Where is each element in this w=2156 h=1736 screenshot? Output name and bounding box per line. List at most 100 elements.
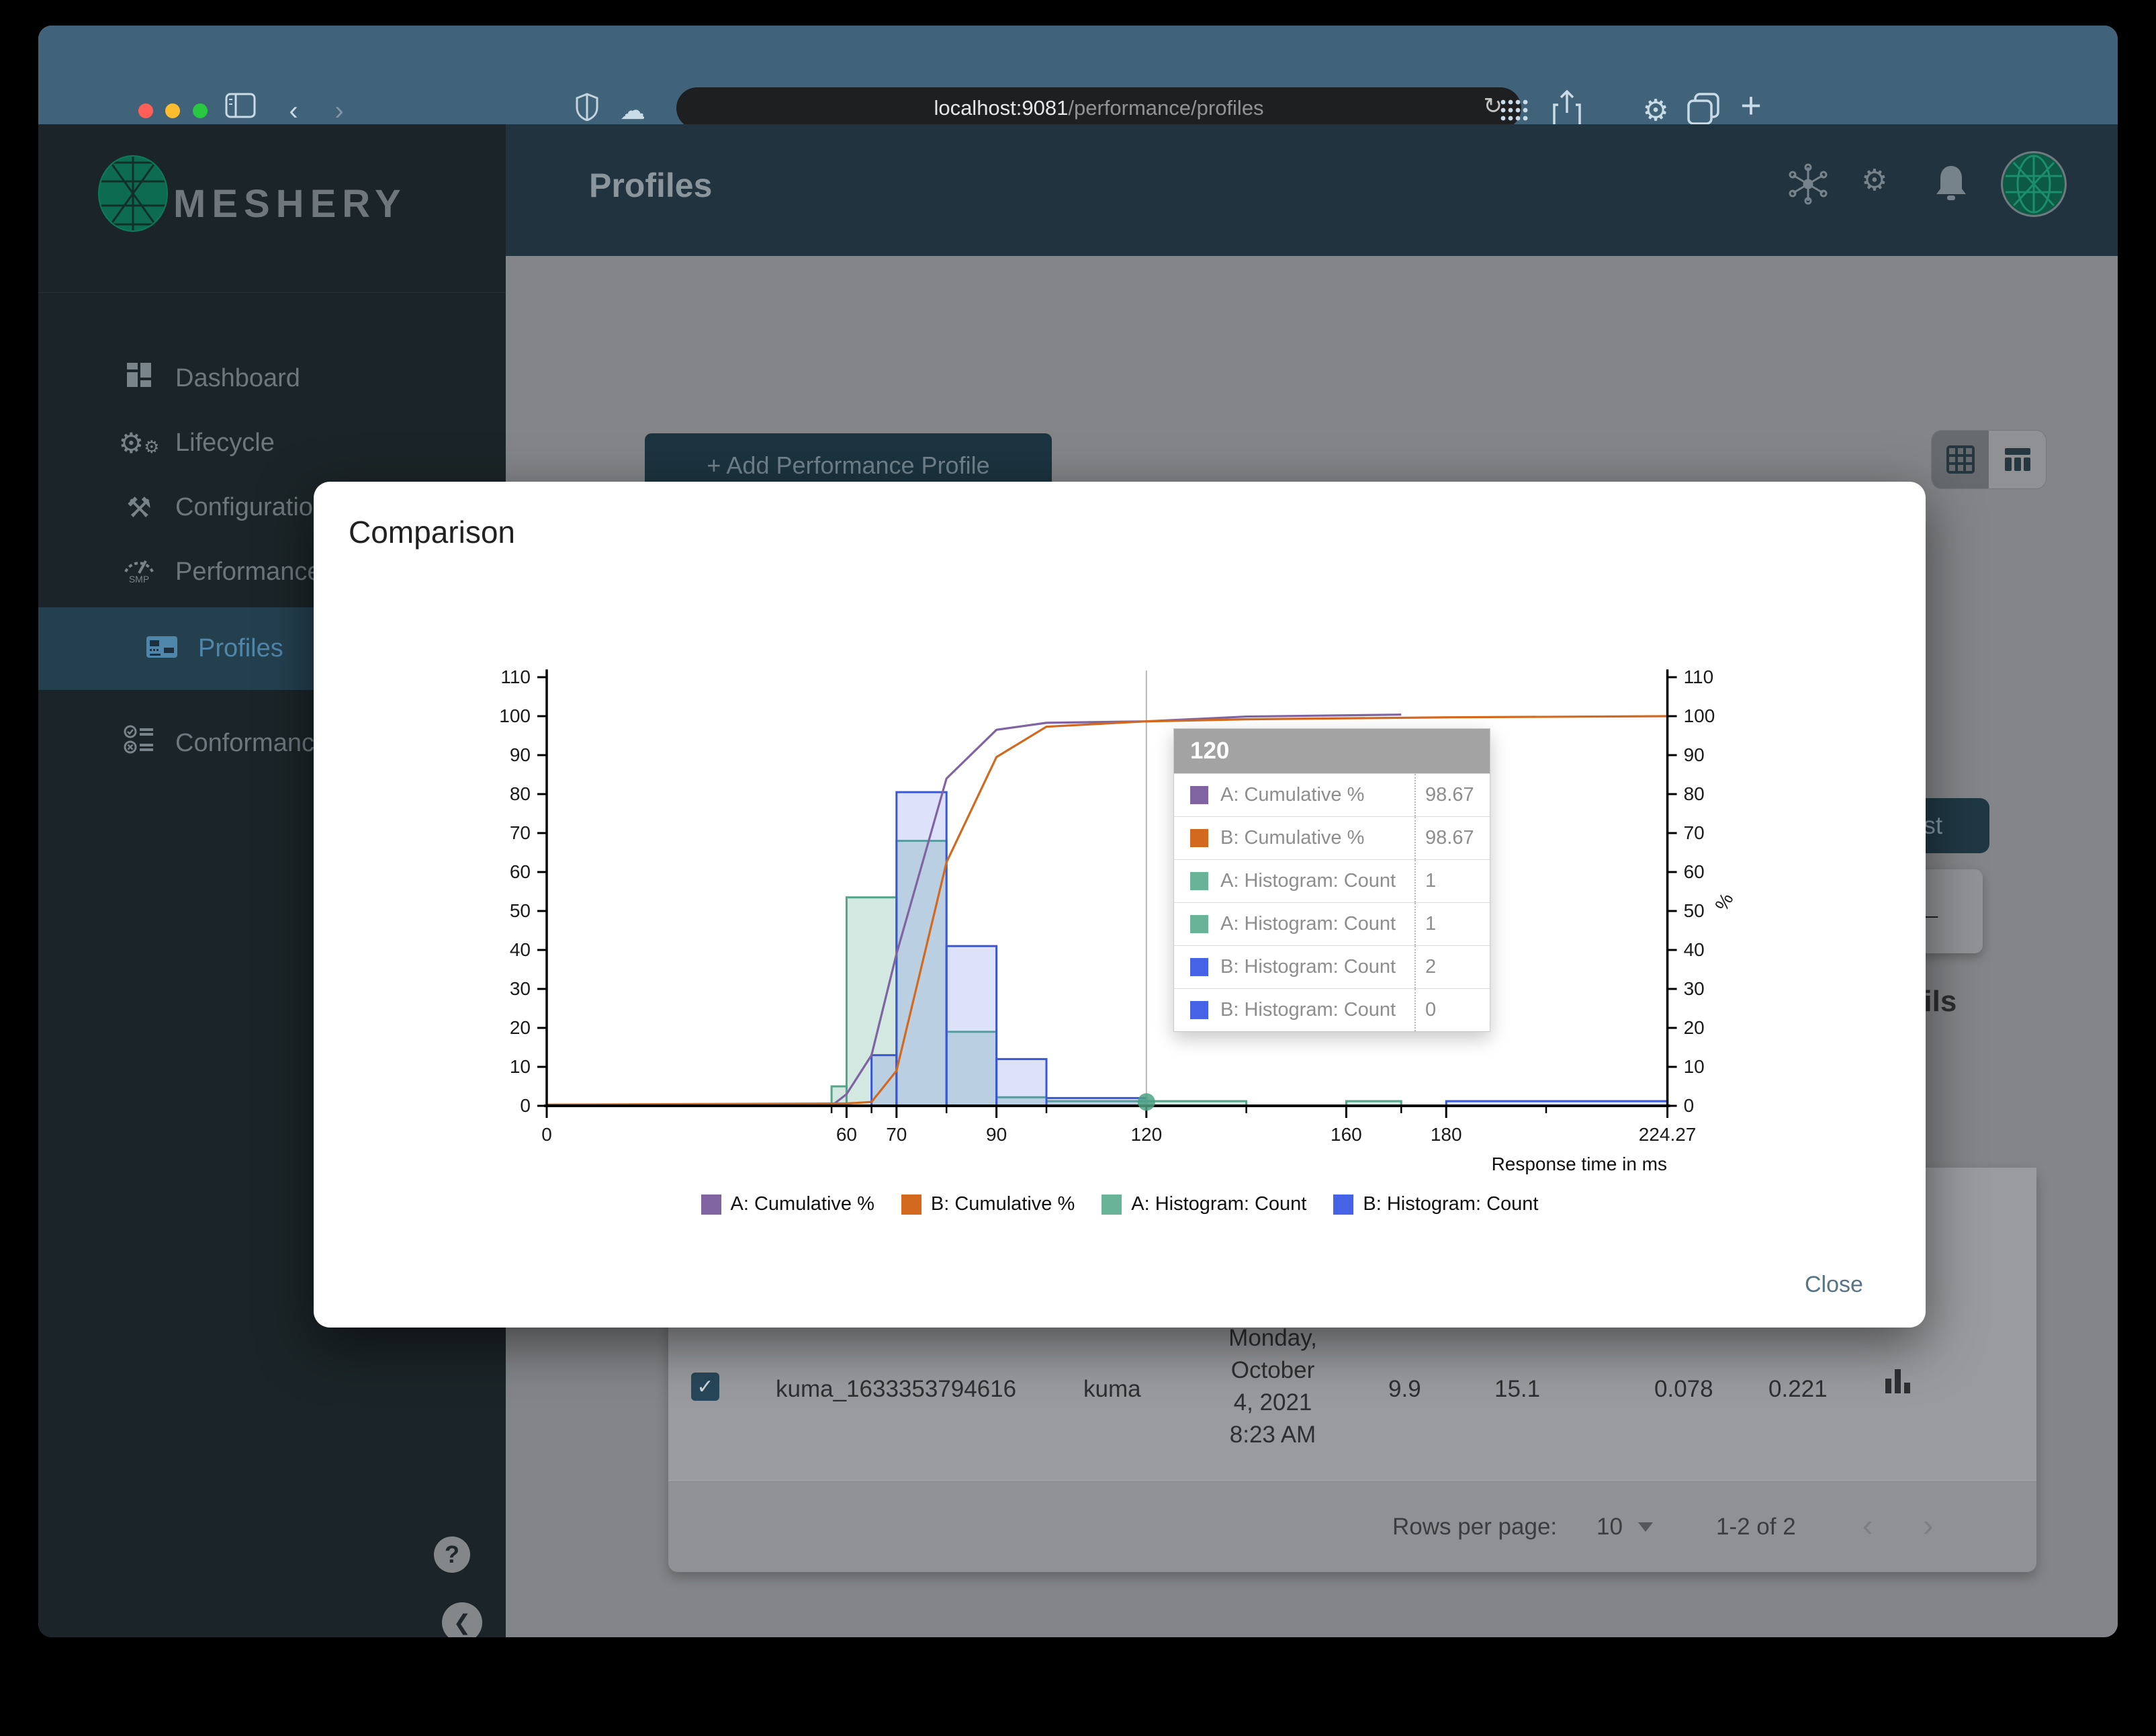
tooltip-series-label: B: Cumulative %	[1220, 827, 1365, 849]
sidebar-item-label: Configuration	[175, 492, 328, 521]
tooltip-row: A: Histogram: Count 1	[1174, 902, 1490, 945]
chevron-down-icon[interactable]	[1638, 1522, 1653, 1532]
close-button[interactable]: Close	[1805, 1272, 1863, 1298]
next-page-button[interactable]: ›	[1923, 1507, 1933, 1543]
profiles-card-icon	[140, 633, 183, 665]
tooltip-series-value: 98.67	[1414, 774, 1490, 816]
svg-text:%: %	[1711, 889, 1737, 914]
cloud-icon[interactable]: ☁	[613, 93, 653, 129]
svg-text:SMP: SMP	[129, 574, 149, 584]
tooltip-series-label: A: Histogram: Count	[1220, 913, 1396, 935]
address-bar[interactable]: localhost:9081/performance/profiles ↻	[676, 87, 1521, 129]
series-swatch	[1190, 1001, 1208, 1019]
url-host: localhost:9081	[934, 96, 1069, 120]
legend-swatch	[901, 1194, 922, 1215]
rows-per-page-select[interactable]: 10	[1597, 1514, 1623, 1540]
svg-text:10: 10	[1684, 1056, 1705, 1077]
row-date: Monday, October 4, 2021 8:23 AM	[1228, 1325, 1317, 1448]
close-window-button[interactable]	[138, 103, 153, 118]
grid-view-button[interactable]	[1932, 431, 1989, 488]
previous-page-button[interactable]: ‹	[1862, 1507, 1873, 1543]
tab-overview-icon[interactable]	[1687, 93, 1719, 125]
series-swatch	[1190, 786, 1208, 804]
browser-window: ‹ › ☁ localhost:9081/performance/profile…	[38, 26, 2118, 1637]
svg-text:60: 60	[1684, 861, 1705, 882]
conformance-checklist-icon	[118, 724, 161, 762]
series-swatch	[1190, 829, 1208, 847]
svg-text:80: 80	[1684, 783, 1705, 804]
brand-name: MESHERY	[173, 182, 407, 226]
sidebar-item-label: Conformance	[175, 728, 329, 757]
table-view-button[interactable]	[1989, 431, 2046, 488]
help-button[interactable]: ?	[434, 1536, 470, 1573]
svg-text:100: 100	[1684, 705, 1715, 726]
legend-item[interactable]: A: Histogram: Count	[1102, 1193, 1306, 1215]
app-grid-icon[interactable]	[1499, 97, 1530, 124]
series-swatch	[1190, 915, 1208, 933]
settings-gear-icon[interactable]: ⚙	[1861, 163, 1887, 198]
series-swatch	[1190, 872, 1208, 890]
sidebar-item-dashboard[interactable]: Dashboard	[38, 346, 506, 410]
share-icon[interactable]	[1553, 90, 1581, 128]
sidebar-item-label: Performance	[175, 557, 322, 586]
tooltip-row: A: Histogram: Count 1	[1174, 859, 1490, 902]
svg-text:160: 160	[1331, 1124, 1362, 1145]
svg-text:20: 20	[1684, 1017, 1705, 1038]
series-swatch	[1190, 958, 1208, 976]
lifecycle-gears-icon: ⚙⚙	[118, 427, 160, 459]
row-mesh: kuma	[1083, 1376, 1141, 1402]
collapse-sidebar-button[interactable]: ❮	[442, 1602, 482, 1637]
svg-text:60: 60	[510, 861, 531, 882]
legend-item[interactable]: A: Cumulative %	[701, 1193, 874, 1215]
tooltip-series-value: 98.67	[1414, 817, 1490, 859]
svg-text:224.27: 224.27	[1639, 1124, 1697, 1145]
sidebar-toggle-icon[interactable]	[225, 93, 257, 120]
service-mesh-hub-icon[interactable]	[1787, 163, 1829, 205]
pagination-range: 1-2 of 2	[1716, 1514, 1796, 1540]
tooltip-series-value: 1	[1414, 860, 1490, 902]
legend-swatch	[701, 1194, 721, 1215]
tools-icon: ⚒	[126, 491, 152, 523]
row-p50: 0.078	[1654, 1376, 1713, 1402]
svg-text:70: 70	[510, 822, 531, 843]
legend-label: A: Histogram: Count	[1131, 1193, 1307, 1215]
user-avatar[interactable]	[2001, 151, 2067, 217]
forward-button[interactable]: ›	[319, 93, 359, 129]
view-toggle	[1931, 430, 2047, 489]
dashboard-icon	[118, 361, 161, 395]
tooltip-row: B: Cumulative % 98.67	[1174, 816, 1490, 859]
svg-text:30: 30	[1684, 978, 1705, 999]
svg-text:30: 30	[510, 978, 531, 999]
svg-text:50: 50	[1684, 900, 1705, 921]
tooltip-row: B: Histogram: Count 2	[1174, 945, 1490, 988]
svg-text:90: 90	[510, 744, 531, 765]
settings-gear-icon[interactable]: ⚙	[1635, 93, 1676, 129]
legend-item[interactable]: B: Histogram: Count	[1333, 1193, 1538, 1215]
performance-speedometer-icon: SMP	[118, 553, 161, 591]
row-duration: 15.1	[1494, 1376, 1541, 1402]
privacy-shield-icon[interactable]	[576, 93, 598, 121]
back-button[interactable]: ‹	[273, 93, 314, 129]
tooltip-series-label: B: Histogram: Count	[1220, 999, 1396, 1021]
bar-chart-icon[interactable]	[1885, 1369, 1914, 1393]
rows-per-page-label: Rows per page:	[1392, 1514, 1558, 1540]
row-checkbox[interactable]: ✓	[691, 1373, 719, 1401]
maximize-window-button[interactable]	[193, 103, 208, 118]
url-path: /performance/profiles	[1068, 96, 1264, 120]
svg-text:110: 110	[1684, 666, 1714, 687]
sidebar-item-lifecycle[interactable]: ⚙⚙ Lifecycle	[38, 410, 506, 475]
svg-text:90: 90	[986, 1124, 1007, 1145]
svg-text:180: 180	[1431, 1124, 1462, 1145]
svg-text:0: 0	[520, 1095, 531, 1116]
svg-text:10: 10	[510, 1056, 531, 1077]
chart-legend: A: Cumulative % B: Cumulative % A: Histogr…	[314, 1193, 1926, 1215]
legend-label: B: Histogram: Count	[1363, 1193, 1539, 1215]
new-tab-icon[interactable]: +	[1731, 87, 1771, 124]
notifications-bell-icon[interactable]	[1934, 163, 1969, 202]
sidebar-item-label: Dashboard	[175, 363, 300, 392]
legend-item[interactable]: B: Cumulative %	[901, 1193, 1075, 1215]
svg-text:40: 40	[510, 939, 531, 960]
minimize-window-button[interactable]	[165, 103, 180, 118]
tooltip-series-label: A: Histogram: Count	[1220, 870, 1396, 892]
browser-toolbar: ‹ › ☁ localhost:9081/performance/profile…	[38, 26, 2118, 129]
